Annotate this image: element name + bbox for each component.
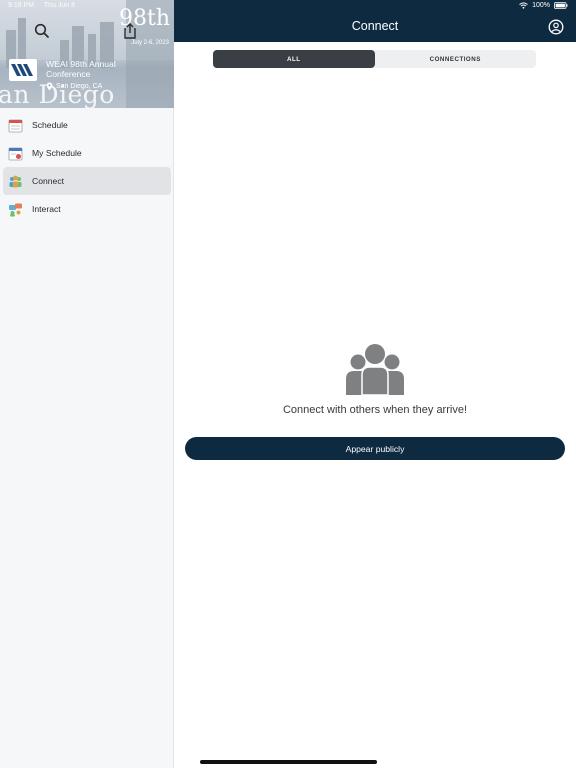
banner-badge-date: July 2-6, 2023 [131, 40, 169, 46]
empty-state-message: Connect with others when they arrive! [282, 404, 468, 416]
event-title: WEAI 98th Annual Conference [46, 59, 116, 79]
share-icon [124, 23, 136, 39]
home-indicator [200, 760, 377, 764]
event-location-text: San Diego, CA [56, 83, 103, 90]
people-group-icon [346, 344, 404, 395]
sidebar-item-label: My Schedule [32, 148, 82, 158]
battery-icon [554, 2, 568, 9]
sidebar-item-connect[interactable]: Connect [3, 167, 171, 195]
sidebar-nav: Schedule My Schedule Connect Interact [0, 111, 174, 223]
location-pin-icon [46, 82, 53, 91]
top-bar: 100% Connect [174, 0, 576, 42]
battery-percent: 100% [532, 2, 550, 9]
sidebar-item-interact[interactable]: Interact [0, 195, 174, 223]
status-time: 9:16 PM [8, 2, 35, 9]
sidebar-item-my-schedule[interactable]: My Schedule [0, 139, 174, 167]
status-bar-right: 100% [519, 2, 568, 9]
calendar-icon [8, 119, 23, 132]
people-icon [9, 175, 22, 187]
search-button[interactable] [33, 22, 51, 40]
share-button[interactable] [122, 22, 138, 40]
sidebar-item-schedule[interactable]: Schedule [0, 111, 174, 139]
sidebar: an Diego 98th July 2-6, 2023 9:16 PM Thu… [0, 0, 174, 768]
profile-button[interactable] [548, 19, 564, 35]
tab-all[interactable]: ALL [213, 50, 375, 68]
sidebar-item-label: Schedule [32, 120, 68, 130]
app-root: an Diego 98th July 2-6, 2023 9:16 PM Thu… [0, 0, 576, 768]
banner-badge: 98th July 2-6, 2023 [119, 0, 174, 108]
status-date: Thu Jun 8 [43, 2, 76, 9]
appear-publicly-button[interactable]: Appear publicly [185, 437, 565, 460]
profile-icon [548, 19, 564, 35]
interact-icon [9, 203, 22, 216]
event-location: San Diego, CA [46, 82, 102, 91]
event-logo [9, 59, 37, 81]
wifi-icon [519, 2, 528, 9]
weai-logo-icon [11, 64, 33, 76]
event-banner: an Diego 98th July 2-6, 2023 9:16 PM Thu… [0, 0, 174, 108]
sidebar-item-label: Interact [32, 204, 61, 214]
sidebar-item-label: Connect [32, 176, 65, 186]
my-schedule-icon [8, 147, 23, 160]
page-title: Connect [351, 19, 399, 33]
tab-connections[interactable]: CONNECTIONS [375, 50, 537, 68]
status-bar-left: 9:16 PM Thu Jun 8 [8, 2, 83, 9]
search-icon [34, 23, 49, 38]
filter-tabs: ALL CONNECTIONS [213, 50, 536, 68]
